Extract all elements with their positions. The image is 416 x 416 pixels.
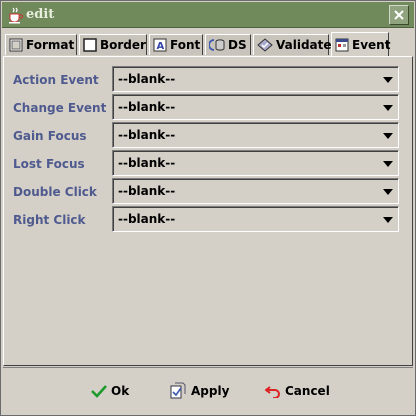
chevron-down-icon — [383, 105, 393, 111]
chevron-down-icon — [383, 189, 393, 195]
right-click-select[interactable]: --blank-- — [112, 206, 399, 232]
chevron-down-icon — [383, 161, 393, 167]
tab-strip: Format Border A Font DS Validate Event — [5, 32, 413, 56]
close-button[interactable] — [389, 5, 409, 25]
change-event-select[interactable]: --blank-- — [112, 94, 399, 120]
undo-arrow-icon — [265, 386, 280, 398]
datasource-icon — [209, 39, 225, 51]
selected-value: --blank-- — [118, 72, 176, 86]
check-icon — [91, 385, 107, 398]
edit-dialog: edit Format Border A Font DS Validate Ev… — [0, 0, 416, 416]
double-click-label: Double Click — [13, 185, 97, 199]
lost-focus-label: Lost Focus — [13, 157, 85, 171]
apply-button[interactable]: Apply — [169, 379, 229, 403]
close-icon — [394, 10, 404, 20]
selected-value: --blank-- — [118, 212, 176, 226]
selected-value: --blank-- — [118, 128, 176, 142]
tab-label: Event — [352, 37, 391, 52]
chevron-down-icon — [383, 133, 393, 139]
apply-icon — [170, 382, 186, 399]
action-event-select[interactable]: --blank-- — [112, 66, 399, 92]
lost-focus-select[interactable]: --blank-- — [112, 150, 399, 176]
font-icon: A — [153, 38, 167, 52]
tab-label: DS — [228, 38, 247, 52]
apply-label: Apply — [191, 384, 230, 398]
cancel-label: Cancel — [285, 384, 330, 398]
chevron-down-icon — [383, 217, 393, 223]
footer-divider — [3, 367, 413, 368]
format-icon — [9, 38, 23, 52]
ok-label: Ok — [111, 384, 130, 398]
tab-font[interactable]: A Font — [149, 34, 203, 55]
chevron-down-icon — [383, 77, 393, 83]
java-cup-icon — [6, 6, 24, 24]
tab-label: Font — [170, 38, 201, 52]
selected-value: --blank-- — [118, 156, 176, 170]
tab-ds[interactable]: DS — [205, 34, 251, 55]
event-icon — [335, 38, 349, 51]
window-title: edit — [26, 7, 55, 22]
tab-label: Format — [26, 38, 75, 52]
tab-format[interactable]: Format — [5, 34, 77, 55]
tab-label: Validate — [276, 38, 332, 52]
selected-value: --blank-- — [118, 184, 176, 198]
validate-icon — [257, 38, 273, 52]
gain-focus-label: Gain Focus — [13, 129, 87, 143]
selected-value: --blank-- — [118, 100, 176, 114]
action-event-label: Action Event — [13, 73, 99, 87]
cancel-button[interactable]: Cancel — [265, 379, 330, 403]
svg-text:A: A — [157, 41, 165, 52]
tab-border[interactable]: Border — [79, 34, 147, 55]
tab-validate[interactable]: Validate — [253, 34, 332, 55]
change-event-label: Change Event — [13, 101, 107, 115]
title-bar[interactable]: edit — [2, 2, 414, 28]
ok-button[interactable]: Ok — [91, 379, 129, 403]
border-icon — [83, 38, 97, 52]
gain-focus-select[interactable]: --blank-- — [112, 122, 399, 148]
tab-label: Border — [100, 38, 146, 52]
tab-event[interactable]: Event — [331, 32, 391, 56]
right-click-label: Right Click — [13, 213, 86, 227]
double-click-select[interactable]: --blank-- — [112, 178, 399, 204]
